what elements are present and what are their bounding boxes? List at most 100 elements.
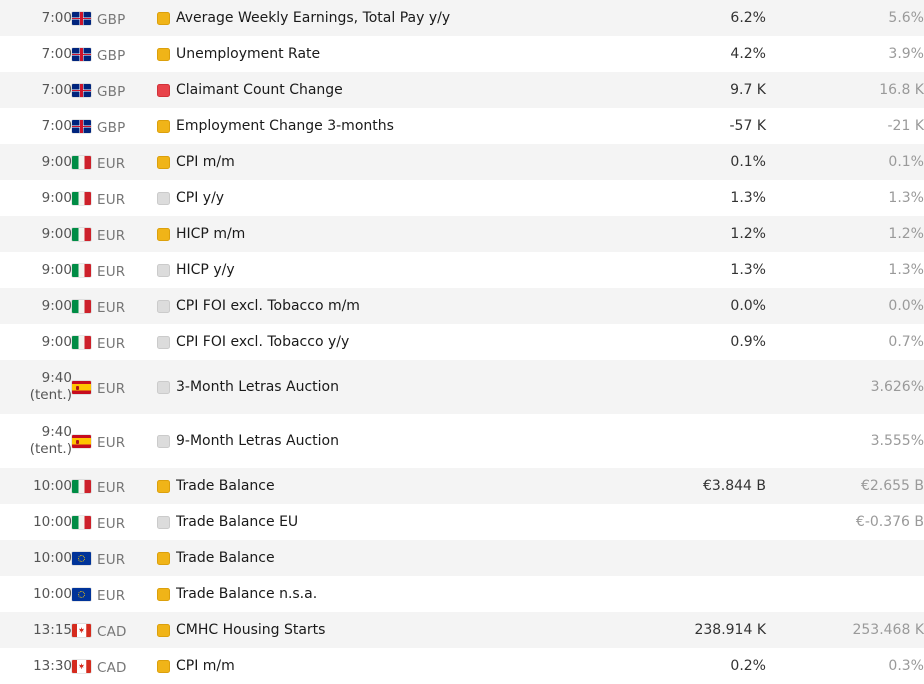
calendar-event-row[interactable]: 7:00 GBP Employment Change 3-months -57 K -2… <box>0 108 924 144</box>
calendar-event-row[interactable]: 10:00 EUR Trade Balance EU €-0.376 B <box>0 504 924 540</box>
event-previous-value: 3.555% <box>870 433 924 449</box>
flag-eu-icon <box>72 551 91 565</box>
event-actual-value <box>606 504 766 540</box>
event-previous-value: 1.3% <box>888 262 924 278</box>
calendar-event-row[interactable]: 9:40 (tent.) EUR 9-Month Letras Auction 3.55… <box>0 414 924 468</box>
calendar-event-row[interactable]: 9:00 EUR HICP m/m 1.2% 1.2% <box>0 216 924 252</box>
calendar-event-row[interactable]: 7:00 GBP Claimant Count Change 9.7 K 16.8 K <box>0 72 924 108</box>
economic-calendar-body: 7:00 GBP Average Weekly Earnings, Total Pa… <box>0 0 924 684</box>
event-time: 7:00 <box>0 72 72 108</box>
event-name[interactable]: 9-Month Letras Auction <box>176 414 606 468</box>
impact-medium-icon[interactable] <box>156 587 170 601</box>
event-name[interactable]: CPI FOI excl. Tobacco y/y <box>176 324 606 360</box>
flag-ca-icon <box>72 623 91 637</box>
event-name[interactable]: Unemployment Rate <box>176 36 606 72</box>
event-name[interactable]: Trade Balance <box>176 540 606 576</box>
event-currency: GBP <box>72 36 150 72</box>
event-name[interactable]: 3-Month Letras Auction <box>176 360 606 414</box>
impact-medium-icon[interactable] <box>156 47 170 61</box>
event-previous-value: €2.655 B <box>860 478 924 494</box>
flag-gb-icon <box>72 83 91 97</box>
flag-it-icon <box>72 335 91 349</box>
event-name[interactable]: HICP m/m <box>176 216 606 252</box>
impact-medium-icon[interactable] <box>156 551 170 565</box>
calendar-event-row[interactable]: 9:00 EUR CPI FOI excl. Tobacco y/y 0.9% 0.7% <box>0 324 924 360</box>
impact-low-icon[interactable] <box>156 191 170 205</box>
event-impact-cell <box>150 414 176 468</box>
event-name[interactable]: HICP y/y <box>176 252 606 288</box>
event-time-value: 9:00 <box>41 297 72 314</box>
event-name[interactable]: Claimant Count Change <box>176 72 606 108</box>
calendar-event-row[interactable]: 9:00 EUR CPI FOI excl. Tobacco m/m 0.0% 0.0% <box>0 288 924 324</box>
event-time: 9:40 (tent.) <box>0 360 72 414</box>
currency-code: CAD <box>97 659 127 676</box>
currency-code: EUR <box>97 551 126 568</box>
calendar-event-row[interactable]: 9:40 (tent.) EUR 3-Month Letras Auction 3.62… <box>0 360 924 414</box>
event-actual-value: €3.844 B <box>702 478 766 494</box>
calendar-event-row[interactable]: 13:30 CAD CPI m/m 0.2% 0.3% <box>0 648 924 684</box>
flag-gb-icon <box>72 11 91 25</box>
event-currency: EUR <box>72 252 150 288</box>
event-currency: EUR <box>72 360 150 414</box>
event-time: 9:40 (tent.) <box>0 414 72 468</box>
calendar-event-row[interactable]: 9:00 EUR CPI y/y 1.3% 1.3% <box>0 180 924 216</box>
impact-high-icon[interactable] <box>156 83 170 97</box>
flag-gb-icon <box>72 47 91 61</box>
event-currency: EUR <box>72 468 150 504</box>
event-previous-value: 1.3% <box>888 190 924 206</box>
event-time: 10:00 <box>0 504 72 540</box>
event-impact-cell <box>150 180 176 216</box>
impact-low-icon[interactable] <box>156 515 170 529</box>
calendar-event-row[interactable]: 7:00 GBP Unemployment Rate 4.2% 3.9% <box>0 36 924 72</box>
calendar-event-row[interactable]: 10:00 EUR Trade Balance <box>0 540 924 576</box>
calendar-event-row[interactable]: 10:00 EUR Trade Balance n.s.a. <box>0 576 924 612</box>
impact-medium-icon[interactable] <box>156 659 170 673</box>
event-time-value: 7:00 <box>41 45 72 62</box>
event-previous-value: €-0.376 B <box>855 514 924 530</box>
calendar-event-row[interactable]: 10:00 EUR Trade Balance €3.844 B €2.655 B <box>0 468 924 504</box>
flag-it-icon <box>72 263 91 277</box>
event-actual-value: 6.2% <box>730 10 766 26</box>
impact-medium-icon[interactable] <box>156 119 170 133</box>
event-time: 9:00 <box>0 180 72 216</box>
event-name[interactable]: Employment Change 3-months <box>176 108 606 144</box>
event-name[interactable]: Average Weekly Earnings, Total Pay y/y <box>176 0 606 36</box>
event-time-value: 9:00 <box>41 225 72 242</box>
impact-medium-icon[interactable] <box>156 479 170 493</box>
impact-low-icon[interactable] <box>156 335 170 349</box>
event-name[interactable]: CMHC Housing Starts <box>176 612 606 648</box>
event-name[interactable]: CPI FOI excl. Tobacco m/m <box>176 288 606 324</box>
impact-medium-icon[interactable] <box>156 11 170 25</box>
event-actual-value: 0.0% <box>730 298 766 314</box>
flag-it-icon <box>72 155 91 169</box>
event-name[interactable]: Trade Balance n.s.a. <box>176 576 606 612</box>
event-previous-value <box>766 576 924 612</box>
event-name[interactable]: CPI m/m <box>176 144 606 180</box>
event-actual-value <box>606 414 766 468</box>
impact-low-icon[interactable] <box>156 263 170 277</box>
calendar-event-row[interactable]: 9:00 EUR CPI m/m 0.1% 0.1% <box>0 144 924 180</box>
impact-medium-icon[interactable] <box>156 623 170 637</box>
event-time-value: 9:00 <box>41 261 72 278</box>
calendar-event-row[interactable]: 13:15 CAD CMHC Housing Starts 238.914 K 253.… <box>0 612 924 648</box>
event-name[interactable]: Trade Balance EU <box>176 504 606 540</box>
event-name[interactable]: CPI y/y <box>176 180 606 216</box>
event-name[interactable]: CPI m/m <box>176 648 606 684</box>
impact-medium-icon[interactable] <box>156 155 170 169</box>
event-time-value: 9:00 <box>41 153 72 170</box>
event-time: 9:00 <box>0 324 72 360</box>
calendar-event-row[interactable]: 9:00 EUR HICP y/y 1.3% 1.3% <box>0 252 924 288</box>
event-time-value: 13:30 <box>33 657 72 674</box>
event-actual-value: 0.9% <box>730 334 766 350</box>
event-time-value: 9:00 <box>41 189 72 206</box>
event-time: 13:30 <box>0 648 72 684</box>
calendar-event-row[interactable]: 7:00 GBP Average Weekly Earnings, Total Pa… <box>0 0 924 36</box>
impact-low-icon[interactable] <box>156 299 170 313</box>
event-impact-cell <box>150 648 176 684</box>
currency-code: CAD <box>97 623 127 640</box>
event-name[interactable]: Trade Balance <box>176 468 606 504</box>
impact-medium-icon[interactable] <box>156 227 170 241</box>
impact-low-icon[interactable] <box>156 434 170 448</box>
impact-low-icon[interactable] <box>156 380 170 394</box>
event-actual-value: 0.2% <box>730 658 766 674</box>
